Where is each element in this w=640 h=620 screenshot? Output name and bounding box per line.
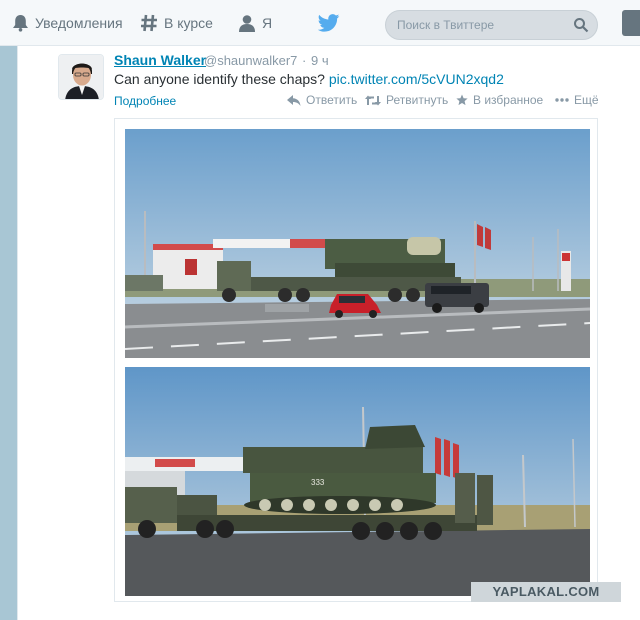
- tweet-body: Can anyone identify these chaps?: [114, 71, 329, 87]
- search-icon[interactable]: [573, 17, 589, 33]
- meta-separator: ·: [302, 53, 307, 68]
- twitter-bird-icon[interactable]: [318, 14, 340, 32]
- nav-me[interactable]: Я: [238, 0, 272, 46]
- star-icon: [456, 94, 468, 106]
- more-label: Ещё: [574, 93, 599, 107]
- search-box[interactable]: [385, 10, 598, 40]
- nav-me-label: Я: [262, 15, 273, 31]
- tweet-photo-1[interactable]: [125, 129, 590, 358]
- reply-label: Ответить: [306, 93, 358, 107]
- tank-number: 333: [311, 478, 325, 487]
- tweet-media: 333: [114, 118, 598, 602]
- tweet-text: Can anyone identify these chaps? pic.twi…: [114, 71, 504, 87]
- author-handle[interactable]: @shaunwalker7: [204, 53, 297, 68]
- tweet-stream: Shaun Walker @shaunwalker7 · 9 ч Can any…: [17, 46, 640, 620]
- search-input[interactable]: [386, 11, 566, 39]
- reply-icon: [287, 94, 301, 106]
- avatar-image: [59, 55, 103, 99]
- expand-link[interactable]: Подробнее: [114, 94, 176, 108]
- more-button[interactable]: Ещё: [555, 93, 599, 107]
- nav-discover-label: В курсе: [164, 15, 213, 31]
- tweet-media-link[interactable]: pic.twitter.com/5cVUN2xqd2: [329, 71, 504, 87]
- tweet-timestamp[interactable]: 9 ч: [311, 53, 329, 68]
- author-name[interactable]: Shaun Walker: [114, 52, 206, 68]
- avatar[interactable]: [58, 54, 104, 100]
- retweet-icon: [365, 95, 381, 105]
- compose-tweet-button[interactable]: [622, 10, 640, 36]
- more-dots-icon: [555, 98, 569, 102]
- retweet-label: Ретвитнуть: [386, 93, 449, 107]
- favorite-button[interactable]: В избранное: [456, 93, 543, 107]
- nav-discover[interactable]: В курсе: [140, 0, 213, 46]
- watermark: YAPLAKAL.COM: [471, 582, 621, 602]
- bell-icon: [13, 15, 28, 32]
- nav-notifications[interactable]: Уведомления: [12, 0, 123, 46]
- favorite-label: В избранное: [473, 93, 544, 107]
- nav-notifications-label: Уведомления: [35, 15, 123, 31]
- tweet-photo-2[interactable]: 333: [125, 367, 590, 596]
- top-navigation-bar: Уведомления В курсе Я: [0, 0, 640, 46]
- person-icon: [239, 15, 255, 32]
- left-background-strip: [0, 46, 17, 620]
- reply-button[interactable]: Ответить: [287, 93, 357, 107]
- retweet-button[interactable]: Ретвитнуть: [365, 93, 448, 107]
- hashtag-icon: [141, 14, 157, 32]
